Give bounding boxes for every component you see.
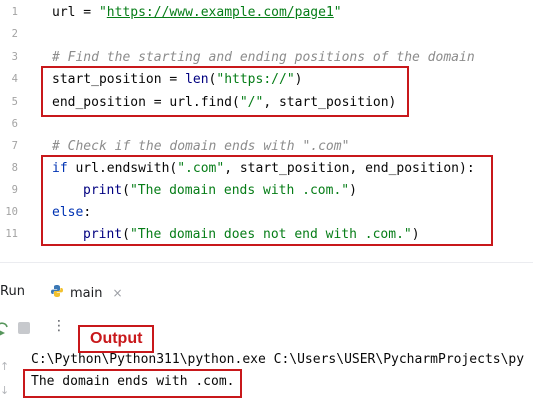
code-comment-line-3: # Find the starting and ending positions…	[52, 50, 475, 65]
output-annotation-label: Output	[78, 325, 155, 353]
more-options-icon[interactable]: ⋮	[52, 318, 66, 334]
code-token: "	[98, 5, 107, 20]
scroll-down-icon[interactable]: ↓	[0, 384, 9, 397]
tab-main-label: main	[70, 285, 103, 301]
line-number-gutter: 1 2 3 4 5 6 7 8 9 10 11	[0, 0, 30, 248]
line-number: 2	[11, 28, 18, 40]
line-number: 4	[11, 73, 18, 85]
code-line-1: url = "https://www.example.com/page1"	[52, 5, 342, 21]
line-number: 3	[11, 51, 18, 63]
line-number: 6	[11, 118, 18, 130]
line-number: 5	[11, 96, 18, 108]
tab-main[interactable]: main ×	[50, 282, 123, 304]
python-icon	[50, 284, 64, 302]
panel-divider	[0, 262, 533, 263]
scroll-up-icon[interactable]: ↑	[0, 360, 9, 373]
line-number: 9	[11, 184, 18, 196]
line-number: 10	[5, 206, 18, 218]
highlight-box-positions	[41, 66, 409, 117]
line-number: 8	[11, 162, 18, 174]
code-token: "	[333, 5, 342, 20]
stop-icon[interactable]	[18, 322, 30, 334]
close-icon[interactable]: ×	[112, 286, 122, 300]
highlight-box-output	[23, 369, 242, 398]
run-panel-title: Run	[0, 284, 25, 299]
rerun-icon[interactable]	[0, 321, 9, 336]
code-editor[interactable]: 1 2 3 4 5 6 7 8 9 10 11 url = "https://w…	[0, 0, 533, 248]
line-number: 1	[11, 6, 18, 18]
line-number: 7	[11, 140, 18, 152]
console-command-line: C:\Python\Python311\python.exe C:\Users\…	[31, 352, 525, 367]
url-link[interactable]: https://www.example.com/page1	[107, 5, 334, 20]
code-token: url =	[52, 5, 99, 20]
highlight-box-condition	[41, 155, 493, 246]
run-panel-header: Run main ×	[0, 280, 533, 306]
code-comment-line-7: # Check if the domain ends with ".com"	[52, 139, 350, 154]
line-number: 11	[5, 228, 18, 240]
